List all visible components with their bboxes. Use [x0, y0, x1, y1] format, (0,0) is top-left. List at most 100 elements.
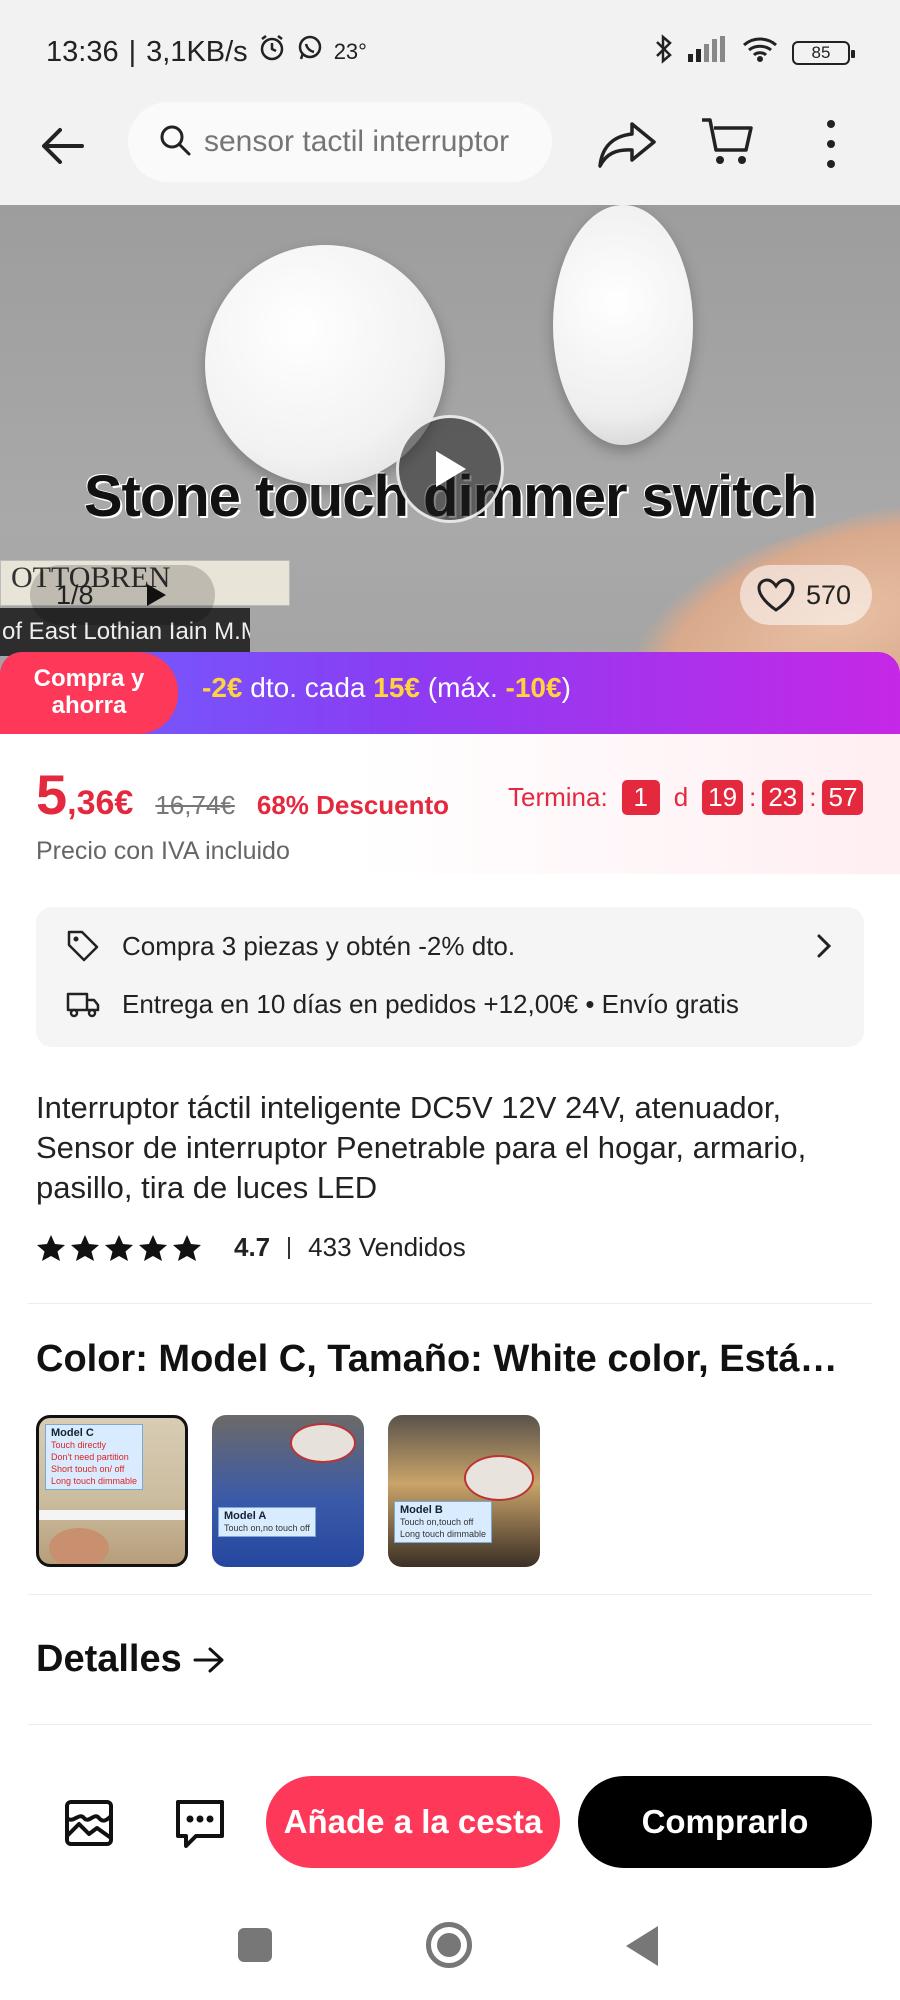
share-icon	[598, 122, 656, 168]
variant-label: Model C Touch directly Don't need partit…	[45, 1424, 144, 1490]
status-speed: 3,1KB/s	[146, 35, 248, 68]
share-button[interactable]	[596, 116, 660, 172]
countdown-colon: :	[809, 782, 817, 812]
status-temperature: 23°	[333, 39, 367, 64]
whatsapp-icon	[296, 34, 324, 70]
product-title: Interruptor táctil inteligente DC5V 12V …	[36, 1090, 807, 1205]
tag-icon	[67, 930, 99, 962]
promo-prefix: -	[202, 672, 212, 703]
system-back-button[interactable]	[626, 1926, 658, 1966]
rating-separator	[288, 1236, 291, 1259]
delivery-row[interactable]: Entrega en 10 días en pedidos +12,00€ • …	[66, 989, 739, 1020]
status-bar: 13:36 | 3,1KB/s 23° 85	[0, 0, 900, 100]
countdown-minutes: 23	[762, 780, 804, 815]
variant-thumbnails: Model C Touch directly Don't need partit…	[36, 1415, 540, 1567]
price-row: 5 ,36€ 16,74€ 68% Descuento	[36, 762, 449, 827]
zoom-circle-image	[464, 1455, 534, 1501]
status-right: 85	[654, 34, 855, 71]
countdown-days: 1	[621, 780, 660, 815]
wifi-icon	[742, 35, 778, 70]
signal-icon	[688, 36, 728, 69]
product-image-disc-side	[553, 205, 693, 445]
media-counter-text: 1/8	[56, 579, 94, 610]
battery-indicator: 85	[792, 40, 855, 65]
arrow-right-icon	[193, 1647, 224, 1672]
variant-label-line: Short touch on/ off	[51, 1464, 125, 1474]
chat-button[interactable]	[172, 1796, 228, 1850]
tax-note: Precio con IVA incluido	[36, 837, 290, 865]
variant-label-title: Model C	[51, 1427, 94, 1439]
status-left: 13:36 | 3,1KB/s 23°	[46, 34, 367, 70]
variant-label: Model B Touch on,touch off Long touch di…	[394, 1501, 493, 1543]
discount-label: 68% Descuento	[256, 790, 450, 820]
offer-delivery-box[interactable]: Compra 3 piezas y obtén -2% dto. Entrega…	[36, 907, 864, 1047]
bluetooth-icon	[654, 34, 674, 71]
variant-label-line: Touch on,no touch off	[224, 1523, 310, 1533]
sold-count: 433 Vendidos	[308, 1232, 466, 1262]
promo-banner[interactable]: Compra y ahorra -2€ dto. cada 15€ (máx. …	[0, 652, 900, 734]
details-label: Detalles	[36, 1638, 182, 1680]
chevron-right-icon[interactable]	[814, 933, 834, 964]
star-icon	[105, 1234, 133, 1261]
price-decimal: ,36€	[67, 784, 134, 822]
search-icon	[158, 123, 192, 162]
price-section: 5 ,36€ 16,74€ 68% Descuento Termina: 1 d…	[0, 734, 900, 874]
promo-threshold: 15€	[373, 672, 420, 703]
promo-max-label: (máx.	[419, 672, 506, 703]
heart-icon	[757, 578, 795, 612]
details-link[interactable]: Detalles	[36, 1638, 226, 1681]
play-video-button[interactable]	[396, 415, 504, 523]
promo-text: -2€ dto. cada 15€ (máx. -10€)	[202, 672, 571, 704]
countdown-colon: :	[749, 782, 757, 812]
media-counter[interactable]: 1/8	[30, 565, 215, 625]
truck-icon	[66, 992, 100, 1017]
star-icon	[173, 1234, 201, 1261]
status-time: 13:36	[46, 35, 119, 68]
arrow-left-icon	[42, 128, 84, 164]
divider	[28, 1724, 872, 1725]
search-input[interactable]	[204, 125, 544, 159]
variant-model-a[interactable]: Model A Touch on,no touch off	[212, 1415, 364, 1567]
add-to-cart-button[interactable]: Añade a la cesta	[266, 1776, 560, 1868]
store-button[interactable]	[62, 1796, 116, 1850]
countdown-hours: 19	[702, 780, 744, 815]
star-icon	[37, 1234, 65, 1261]
variant-label-line: Touch on,touch off	[400, 1517, 474, 1527]
chat-icon	[176, 1800, 224, 1848]
promo-end: )	[561, 672, 571, 703]
wishlist-count: 570	[806, 579, 852, 610]
variant-selection-title[interactable]: Color: Model C, Tamaño: White color, Est…	[36, 1338, 866, 1381]
recent-apps-button[interactable]	[238, 1928, 272, 1962]
more-options-button[interactable]	[816, 114, 846, 174]
bulk-offer-row[interactable]: Compra 3 piezas y obtén -2% dto.	[66, 929, 515, 963]
star-icon	[139, 1234, 167, 1261]
search-bar[interactable]	[128, 102, 552, 182]
system-navigation-bar	[0, 1880, 900, 2000]
promo-mid: dto. cada	[242, 672, 374, 703]
rating-stars	[36, 1233, 202, 1263]
variant-label-line: Long touch dimmable	[51, 1476, 138, 1486]
divider	[28, 1594, 872, 1595]
variant-model-b[interactable]: Model B Touch on,touch off Long touch di…	[388, 1415, 540, 1567]
variant-label: Model A Touch on,no touch off	[218, 1507, 316, 1537]
home-button[interactable]	[426, 1922, 472, 1968]
buy-now-button[interactable]: Comprarlo	[578, 1776, 872, 1868]
cart-icon	[702, 118, 753, 164]
variant-model-c[interactable]: Model C Touch directly Don't need partit…	[36, 1415, 188, 1567]
countdown-label: Termina:	[508, 782, 608, 812]
countdown-seconds: 57	[822, 780, 864, 815]
variant-label-line: Don't need partition	[51, 1452, 129, 1462]
back-button[interactable]	[36, 118, 92, 174]
bulk-offer-text: Compra 3 piezas y obtén -2% dto.	[122, 930, 516, 961]
rating-row[interactable]: 4.7 433 Vendidos	[36, 1232, 466, 1263]
status-separator: |	[128, 35, 137, 68]
price-integer: 5	[36, 763, 68, 826]
star-icon	[71, 1234, 99, 1261]
play-small-icon	[146, 584, 166, 606]
sale-countdown: Termina: 1 d 19 : 23 : 57	[508, 780, 864, 815]
zoom-circle-image	[290, 1423, 356, 1463]
wishlist-button[interactable]: 570	[740, 565, 872, 625]
rating-value: 4.7	[234, 1232, 271, 1262]
original-price: 16,74€	[155, 790, 235, 820]
cart-button[interactable]	[700, 114, 756, 170]
